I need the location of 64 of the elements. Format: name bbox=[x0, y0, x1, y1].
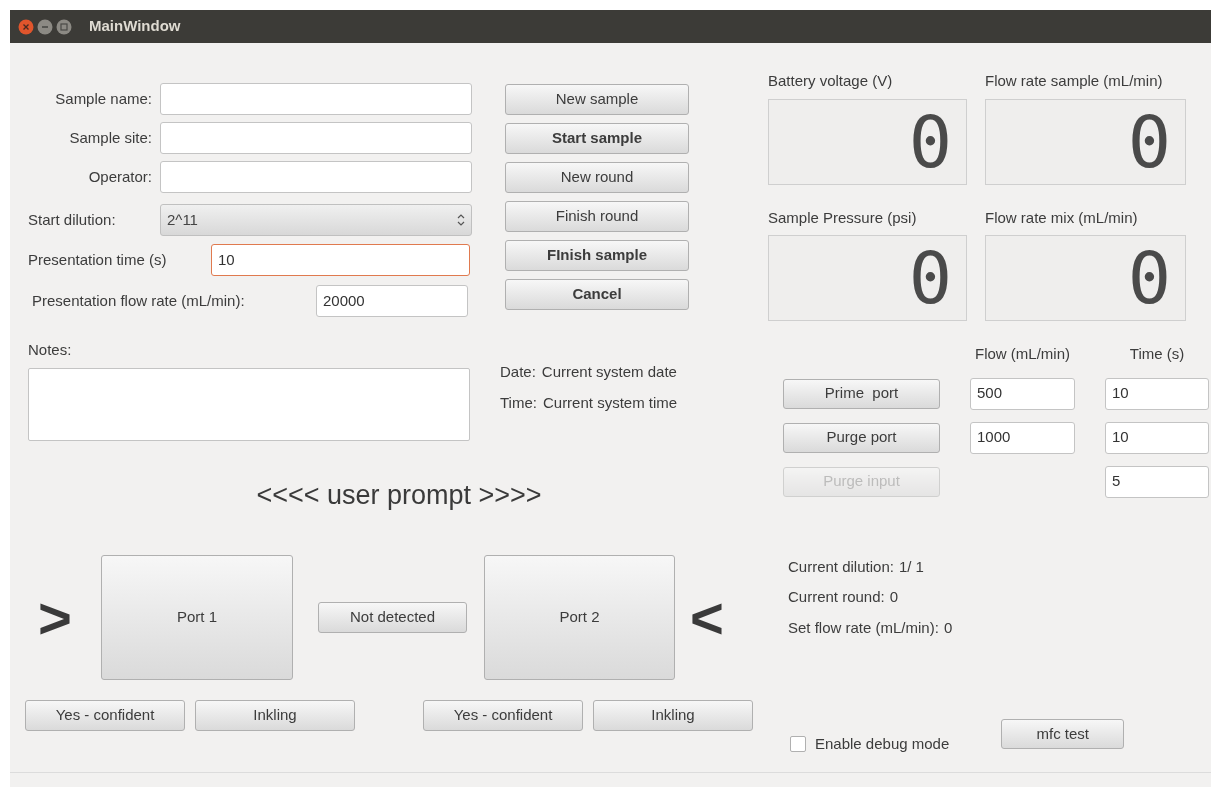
field-label: Presentation flow rate (mL/min): bbox=[31, 290, 246, 311]
answer-button[interactable]: Yes - confident bbox=[25, 700, 185, 731]
action-button[interactable]: New round bbox=[505, 162, 689, 193]
text-field[interactable] bbox=[160, 83, 472, 115]
status-button[interactable]: Not detected bbox=[318, 602, 467, 633]
lcd-display: 0 bbox=[985, 98, 1186, 185]
field-label: Operator: bbox=[87, 166, 152, 187]
action-button[interactable]: Cancel bbox=[505, 279, 689, 310]
checkbox-label: Enable debug mode bbox=[815, 734, 950, 754]
answer-button[interactable]: Inkling bbox=[195, 700, 355, 731]
action-button[interactable]: Start sample bbox=[505, 123, 689, 154]
info-label: Current dilution: bbox=[788, 556, 894, 577]
column-header: Flow (mL/min) bbox=[974, 344, 1071, 364]
port-action-button[interactable]: Prime port bbox=[783, 378, 940, 409]
display-label: Flow rate mix (mL/min) bbox=[985, 207, 1139, 228]
info-value: 0 bbox=[943, 617, 953, 638]
text-field[interactable]: 10 bbox=[211, 244, 470, 276]
close-icon[interactable] bbox=[18, 18, 34, 35]
info-value: 1/ 1 bbox=[898, 556, 924, 577]
notes-label: Notes: bbox=[28, 340, 73, 360]
test-button[interactable]: mfc test bbox=[1001, 719, 1125, 750]
info-value: Current system date bbox=[541, 362, 677, 382]
info-label: Current round: bbox=[788, 587, 885, 607]
display-label: Flow rate sample (mL/min) bbox=[985, 71, 1164, 91]
notes-field[interactable] bbox=[28, 367, 470, 441]
lcd-display: 0 bbox=[985, 235, 1186, 321]
answer-button[interactable]: Yes - confident bbox=[423, 700, 583, 731]
field-label: Sample site: bbox=[68, 127, 152, 148]
text-field[interactable] bbox=[160, 122, 472, 154]
display-label: Battery voltage (V) bbox=[768, 71, 894, 91]
window-title: MainWindow bbox=[89, 16, 181, 37]
port-button[interactable]: Port 2 bbox=[484, 555, 675, 680]
info-value: 0 bbox=[889, 587, 899, 607]
field-label: Presentation time (s) bbox=[28, 249, 168, 270]
text-field[interactable]: 20000 bbox=[316, 285, 468, 317]
spinner-arrows-icon bbox=[457, 214, 465, 226]
text-field[interactable] bbox=[160, 161, 472, 193]
action-button[interactable]: FInish sample bbox=[505, 240, 689, 271]
text-field[interactable]: 500 bbox=[970, 377, 1075, 410]
lcd-display: 0 bbox=[768, 235, 967, 321]
answer-button[interactable]: Inkling bbox=[593, 700, 753, 731]
info-label: Time: bbox=[500, 392, 537, 413]
port-button[interactable]: Port 1 bbox=[101, 555, 293, 680]
display-label: Sample Pressure (psi) bbox=[768, 207, 918, 228]
info-label: Set flow rate (mL/min): bbox=[788, 617, 939, 638]
field-label: Start dilution: bbox=[28, 209, 117, 230]
minimize-icon[interactable] bbox=[37, 18, 53, 35]
maximize-icon[interactable] bbox=[56, 18, 72, 35]
column-header: Time (s) bbox=[1128, 344, 1186, 364]
pointer-marker: < bbox=[690, 588, 724, 647]
text-field[interactable]: 1000 bbox=[970, 421, 1075, 454]
action-button[interactable]: New sample bbox=[505, 84, 689, 115]
info-value: Current system time bbox=[542, 392, 678, 413]
text-field[interactable]: 10 bbox=[1105, 421, 1209, 454]
info-label: Date: bbox=[500, 362, 536, 382]
port-action-button[interactable]: Purge port bbox=[783, 422, 940, 453]
lcd-display: 0 bbox=[768, 98, 967, 185]
action-button[interactable]: Finish round bbox=[505, 201, 689, 232]
dilution-select[interactable]: 2^11 bbox=[160, 204, 472, 236]
user-prompt: <<<< user prompt >>>> bbox=[256, 478, 542, 512]
text-field[interactable]: 10 bbox=[1105, 377, 1209, 410]
debug-checkbox[interactable] bbox=[790, 736, 806, 753]
pointer-marker: > bbox=[38, 588, 73, 647]
field-label: Sample name: bbox=[54, 88, 152, 109]
